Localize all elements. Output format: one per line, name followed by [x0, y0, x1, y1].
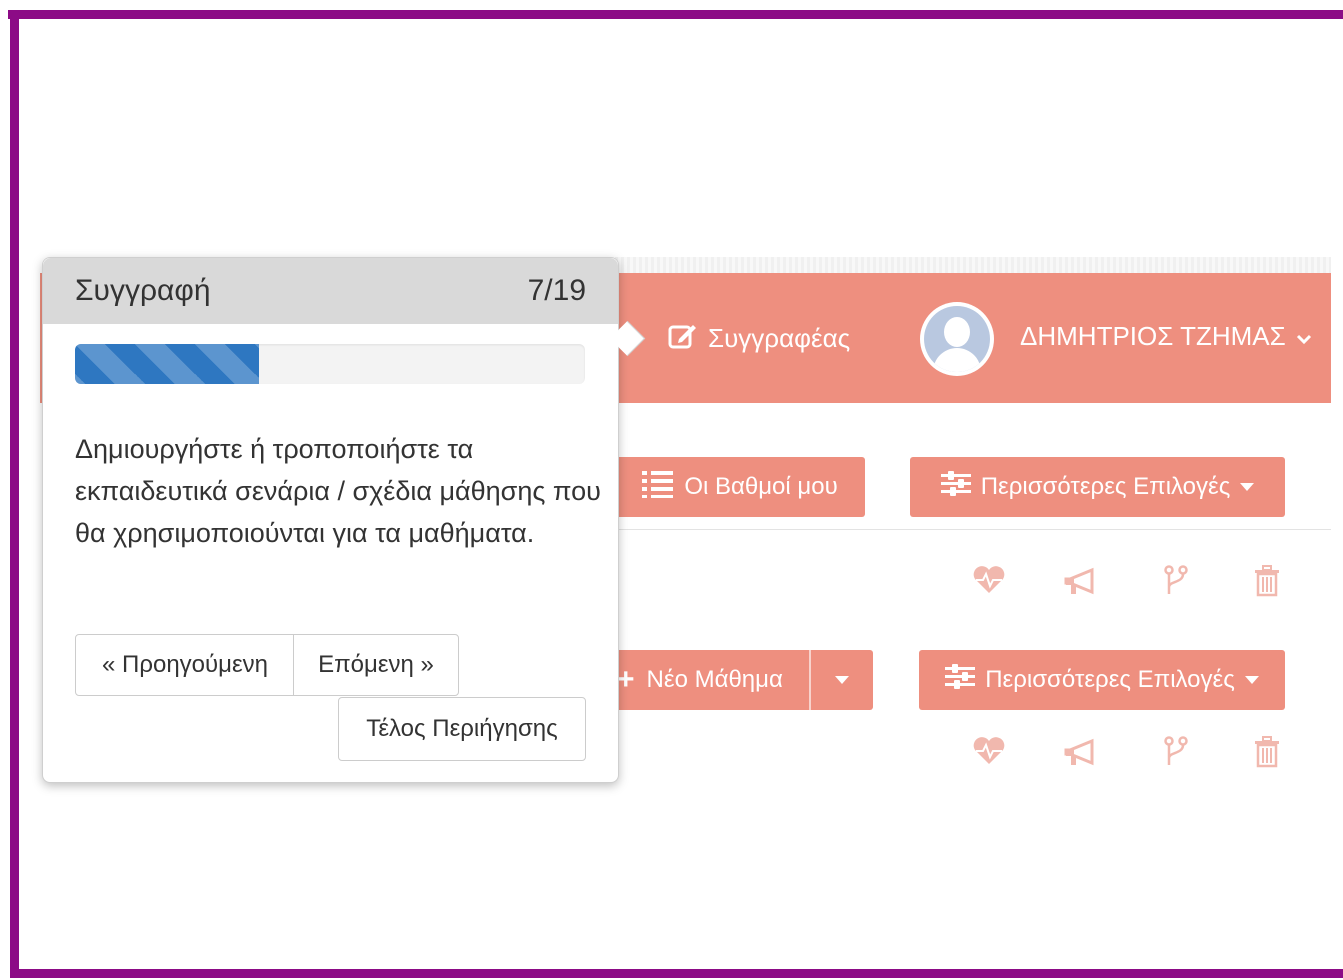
fork-icon[interactable] — [1164, 736, 1188, 773]
new-lesson-button[interactable]: + Νέο Μάθημα — [615, 663, 783, 697]
plus-icon: + — [617, 663, 635, 696]
user-name: ΔΗΜΗΤΡΙΟΣ ΤΖΗΜΑΣ — [1020, 321, 1286, 351]
frame-top — [8, 10, 1343, 19]
author-label: Συγγραφέας — [708, 323, 851, 353]
chevron-down-icon — [1296, 321, 1312, 352]
avatar[interactable] — [920, 302, 994, 376]
author-menu-link[interactable]: Συγγραφέας — [668, 321, 850, 356]
new-lesson-dropdown-toggle[interactable] — [811, 650, 873, 710]
frame-bottom — [10, 969, 1343, 978]
tour-progress-bar — [75, 344, 585, 384]
heartbeat-icon[interactable] — [972, 736, 1006, 771]
more-options-button[interactable]: Περισσότερες Επιλογές — [910, 457, 1285, 517]
section-divider — [615, 529, 1331, 530]
tour-description: Δημιουργήστε ή τροποποιήστε τα εκπαιδευτ… — [75, 434, 601, 548]
trash-icon[interactable] — [1254, 565, 1280, 602]
megaphone-icon[interactable] — [1064, 738, 1098, 773]
prev-button[interactable]: « Προηγούμενη — [75, 634, 295, 696]
sliders-icon — [945, 663, 976, 697]
trash-icon[interactable] — [1254, 736, 1280, 773]
my-grades-label: Οι Βαθμοί μου — [684, 473, 838, 500]
frame-left — [10, 10, 19, 976]
header-strip — [615, 257, 1331, 273]
next-button[interactable]: Επόμενη » — [293, 634, 459, 696]
more-options-button-2[interactable]: Περισσότερες Επιλογές — [919, 650, 1285, 710]
list-icon — [642, 469, 674, 506]
fork-icon[interactable] — [1164, 565, 1188, 602]
popover-header: Συγγραφή 7/19 — [43, 258, 618, 324]
heartbeat-icon[interactable] — [972, 565, 1006, 600]
caret-down-icon — [1240, 483, 1255, 491]
more-options-label-2: Περισσότερες Επιλογές — [985, 666, 1235, 693]
caret-down-icon — [835, 676, 849, 684]
caret-down-icon — [1244, 676, 1259, 684]
new-lesson-split-button[interactable]: + Νέο Μάθημα — [615, 650, 873, 710]
tour-popover: Συγγραφή 7/19 Δημιουργήστε ή τροποποιήστ… — [42, 257, 646, 783]
more-options-label: Περισσότερες Επιλογές — [980, 473, 1231, 500]
sliders-icon — [940, 470, 971, 504]
tour-progress-fill — [75, 344, 259, 384]
megaphone-icon[interactable] — [1064, 567, 1098, 602]
user-menu[interactable]: ΔΗΜΗΤΡΙΟΣ ΤΖΗΜΑΣ — [1020, 321, 1312, 352]
tour-title: Συγγραφή — [75, 274, 211, 307]
my-grades-button[interactable]: Οι Βαθμοί μου — [615, 457, 865, 517]
new-lesson-label: Νέο Μάθημα — [646, 666, 783, 693]
avatar-icon — [924, 306, 990, 372]
edit-icon — [668, 321, 698, 356]
tour-step-counter: 7/19 — [527, 274, 586, 307]
end-tour-button[interactable]: Τέλος Περιήγησης — [338, 697, 586, 761]
